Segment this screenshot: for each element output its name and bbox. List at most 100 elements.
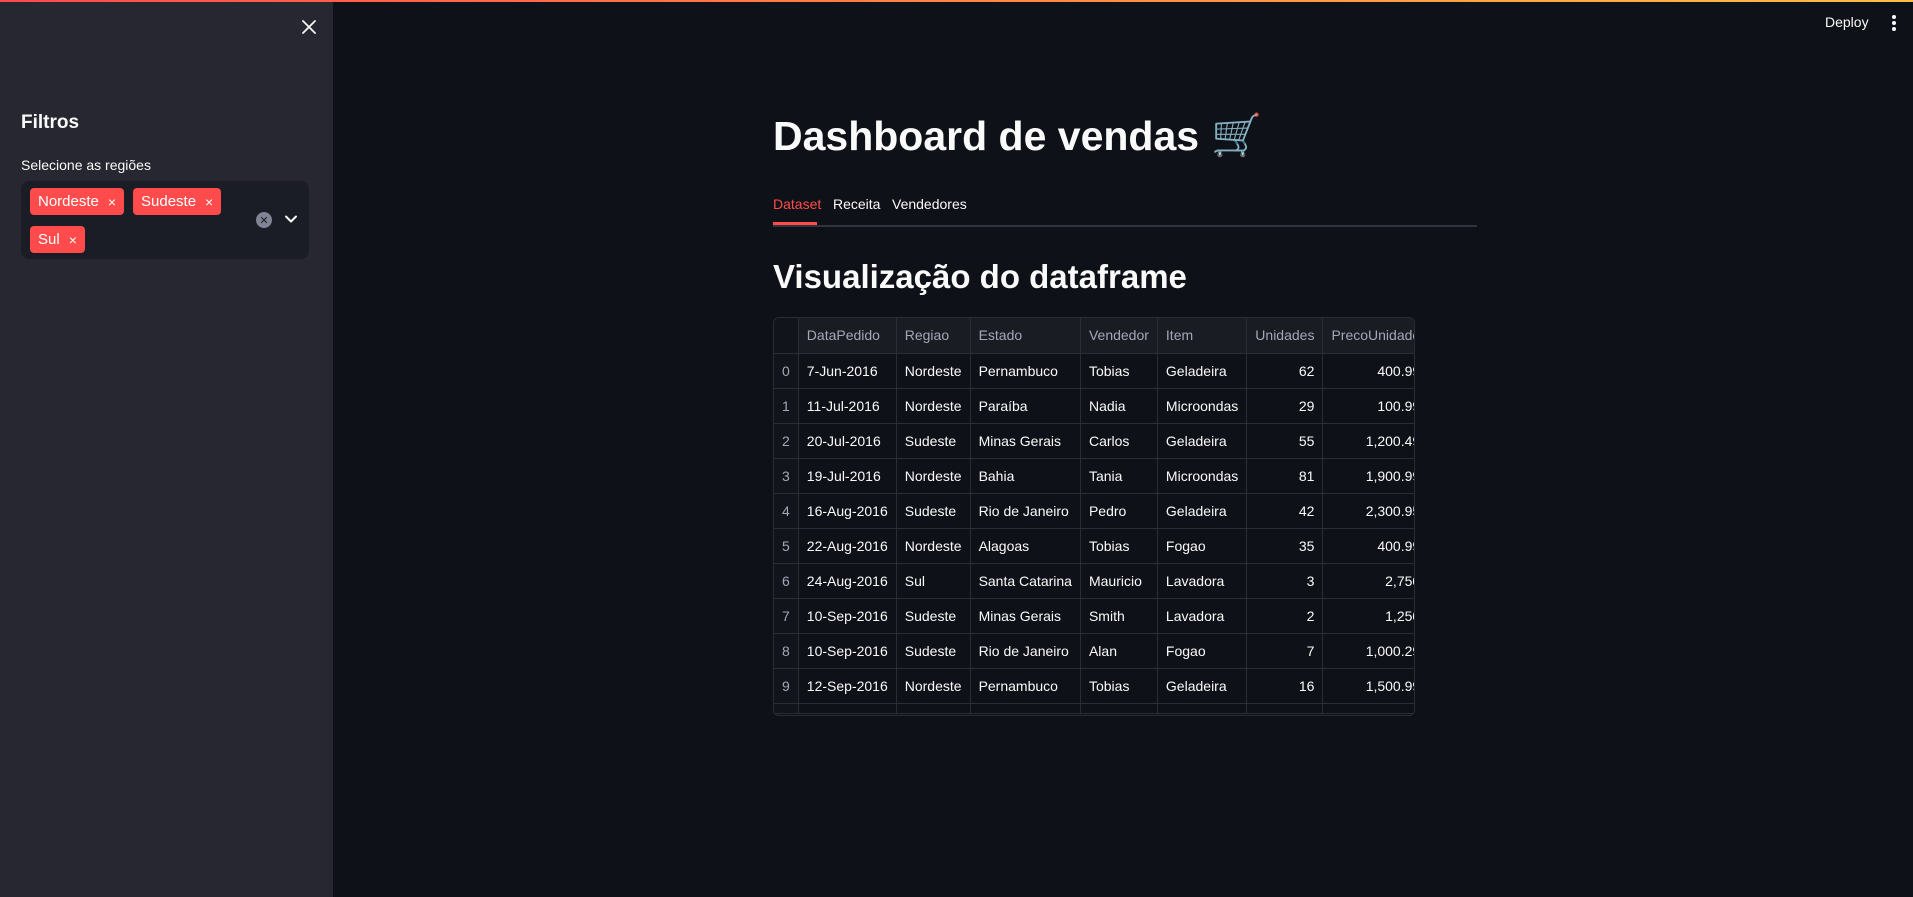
cell-datapedido[interactable]: 24-Aug-2016 bbox=[798, 563, 897, 599]
cell-unidades[interactable]: 62 bbox=[1246, 353, 1324, 389]
cell-vendedor[interactable]: Tobias bbox=[1080, 353, 1158, 389]
tab-receita[interactable]: Receita bbox=[833, 196, 880, 212]
cell-regiao[interactable]: Sudeste bbox=[896, 633, 971, 669]
cell-vendedor[interactable]: Alan bbox=[1080, 633, 1158, 669]
cell-datapedido[interactable]: 10-Sep-2016 bbox=[798, 598, 897, 634]
cell-regiao[interactable]: Nordeste bbox=[896, 458, 971, 494]
table-row[interactable]: 5 22-Aug-2016 Nordeste Alagoas Tobias Fogao 35… bbox=[774, 528, 1414, 564]
cell-item[interactable]: Geladeira bbox=[1157, 493, 1248, 529]
cell-estado[interactable]: Alagoas bbox=[970, 528, 1081, 564]
cell-estado[interactable]: Pernambuco bbox=[970, 353, 1081, 389]
cell-datapedido[interactable]: 20-Jul-2016 bbox=[798, 423, 897, 459]
chevron-down-icon[interactable] bbox=[281, 209, 301, 229]
cell-regiao[interactable]: Nordeste bbox=[896, 668, 971, 704]
cell-vendedor[interactable]: Nadia bbox=[1080, 388, 1158, 424]
cell-unidades[interactable]: 55 bbox=[1246, 423, 1324, 459]
dataframe-table[interactable]: DataPedido Regiao Estado Vendedor Item U… bbox=[773, 317, 1415, 716]
cell-regiao[interactable]: Nordeste bbox=[896, 353, 971, 389]
cell-item[interactable]: Fogao bbox=[1157, 633, 1248, 669]
cell-precounidade[interactable]: 2,300.95 bbox=[1322, 493, 1414, 529]
table-row[interactable]: 0 7-Jun-2016 Nordeste Pernambuco Tobias Gelad… bbox=[774, 353, 1414, 389]
cell-datapedido[interactable]: 11-Jul-2016 bbox=[798, 388, 897, 424]
column-header-estado[interactable]: Estado bbox=[970, 318, 1081, 354]
cell-index[interactable]: 0 bbox=[774, 353, 799, 389]
cell-index[interactable]: 7 bbox=[774, 598, 799, 634]
column-header-index[interactable] bbox=[774, 318, 799, 354]
cell-item[interactable]: Microondas bbox=[1157, 458, 1248, 494]
cell-precounidade[interactable]: 400.99 bbox=[1322, 528, 1414, 564]
cell-precounidade[interactable]: 1,250 bbox=[1322, 598, 1414, 634]
cell-item[interactable]: Fogao bbox=[1157, 528, 1248, 564]
cell-estado[interactable]: Pernambuco bbox=[970, 668, 1081, 704]
table-row[interactable]: 3 19-Jul-2016 Nordeste Bahia Tania Microondas… bbox=[774, 458, 1414, 494]
chip-remove-icon[interactable]: × bbox=[108, 195, 116, 209]
cell-precounidade[interactable]: 1,500.99 bbox=[1322, 668, 1414, 704]
main-menu-icon[interactable] bbox=[1887, 13, 1901, 33]
cell-regiao[interactable]: Sudeste bbox=[896, 598, 971, 634]
cell-unidades[interactable]: 42 bbox=[1246, 493, 1324, 529]
cell-regiao[interactable]: Nordeste bbox=[896, 388, 971, 424]
cell-precounidade[interactable]: 1,900.99 bbox=[1322, 458, 1414, 494]
cell-unidades[interactable]: 16 bbox=[1246, 668, 1324, 704]
region-multiselect[interactable]: Nordeste × Sudeste × Sul × ✕ bbox=[21, 181, 309, 259]
cell-unidades[interactable]: 81 bbox=[1246, 458, 1324, 494]
cell-item[interactable]: Geladeira bbox=[1157, 423, 1248, 459]
cell-index[interactable]: 5 bbox=[774, 528, 799, 564]
cell-precounidade[interactable]: 100.99 bbox=[1322, 388, 1414, 424]
cell-vendedor[interactable]: Smith bbox=[1080, 598, 1158, 634]
table-row[interactable]: 4 16-Aug-2016 Sudeste Rio de Janeiro Pedro Ge… bbox=[774, 493, 1414, 529]
cell-datapedido[interactable]: 19-Jul-2016 bbox=[798, 458, 897, 494]
cell-item[interactable]: Microondas bbox=[1157, 388, 1248, 424]
cell-regiao[interactable]: Sul bbox=[896, 563, 971, 599]
cell-datapedido[interactable]: 16-Aug-2016 bbox=[798, 493, 897, 529]
clear-all-icon[interactable]: ✕ bbox=[256, 212, 272, 228]
cell-datapedido[interactable]: 12-Sep-2016 bbox=[798, 668, 897, 704]
cell-regiao[interactable]: Nordeste bbox=[896, 528, 971, 564]
table-row[interactable]: 9 12-Sep-2016 Nordeste Pernambuco Tobias Gela… bbox=[774, 668, 1414, 704]
table-row[interactable]: 7 10-Sep-2016 Sudeste Minas Gerais Smith Lava… bbox=[774, 598, 1414, 634]
cell-vendedor[interactable]: Tobias bbox=[1080, 668, 1158, 704]
cell-vendedor[interactable]: Mauricio bbox=[1080, 563, 1158, 599]
table-row[interactable]: 8 10-Sep-2016 Sudeste Rio de Janeiro Alan Fog… bbox=[774, 633, 1414, 669]
cell-precounidade[interactable]: 2,750 bbox=[1322, 563, 1414, 599]
cell-estado[interactable]: Santa Catarina bbox=[970, 563, 1081, 599]
cell-precounidade[interactable]: 400.99 bbox=[1322, 353, 1414, 389]
cell-estado[interactable]: Minas Gerais bbox=[970, 423, 1081, 459]
close-sidebar-button[interactable] bbox=[296, 14, 322, 40]
cell-estado[interactable]: Paraíba bbox=[970, 388, 1081, 424]
cell-datapedido[interactable]: 22-Aug-2016 bbox=[798, 528, 897, 564]
table-row[interactable]: 2 20-Jul-2016 Sudeste Minas Gerais Carlos Gel… bbox=[774, 423, 1414, 459]
column-header-precounidade[interactable]: PrecoUnidade bbox=[1322, 318, 1414, 354]
cell-item[interactable]: Geladeira bbox=[1157, 668, 1248, 704]
table-row[interactable]: 1 11-Jul-2016 Nordeste Paraíba Nadia Microond… bbox=[774, 388, 1414, 424]
cell-estado[interactable]: Rio de Janeiro bbox=[970, 633, 1081, 669]
cell-item[interactable]: Geladeira bbox=[1157, 353, 1248, 389]
cell-datapedido[interactable]: 7-Jun-2016 bbox=[798, 353, 897, 389]
chip-remove-icon[interactable]: × bbox=[205, 195, 213, 209]
cell-item[interactable]: Lavadora bbox=[1157, 598, 1248, 634]
cell-index[interactable]: 2 bbox=[774, 423, 799, 459]
tab-vendedores[interactable]: Vendedores bbox=[892, 196, 967, 212]
cell-unidades[interactable]: 3 bbox=[1246, 563, 1324, 599]
cell-item[interactable]: Lavadora bbox=[1157, 563, 1248, 599]
cell-vendedor[interactable]: Tania bbox=[1080, 458, 1158, 494]
cell-vendedor[interactable]: Tobias bbox=[1080, 528, 1158, 564]
cell-index[interactable]: 6 bbox=[774, 563, 799, 599]
cell-estado[interactable]: Bahia bbox=[970, 458, 1081, 494]
column-header-unidades[interactable]: Unidades bbox=[1246, 318, 1324, 354]
cell-estado[interactable]: Rio de Janeiro bbox=[970, 493, 1081, 529]
column-header-item[interactable]: Item bbox=[1157, 318, 1248, 354]
cell-unidades[interactable]: 2 bbox=[1246, 598, 1324, 634]
table-row[interactable]: 6 24-Aug-2016 Sul Santa Catarina Mauricio Lav… bbox=[774, 563, 1414, 599]
column-header-vendedor[interactable]: Vendedor bbox=[1080, 318, 1158, 354]
deploy-button[interactable]: Deploy bbox=[1825, 14, 1869, 30]
cell-index[interactable]: 3 bbox=[774, 458, 799, 494]
chip-remove-icon[interactable]: × bbox=[69, 233, 77, 247]
cell-index[interactable]: 9 bbox=[774, 668, 799, 704]
cell-precounidade[interactable]: 1,200.49 bbox=[1322, 423, 1414, 459]
cell-regiao[interactable]: Sudeste bbox=[896, 423, 971, 459]
tab-dataset[interactable]: Dataset bbox=[773, 196, 821, 212]
cell-datapedido[interactable]: 10-Sep-2016 bbox=[798, 633, 897, 669]
cell-vendedor[interactable]: Pedro bbox=[1080, 493, 1158, 529]
cell-vendedor[interactable]: Carlos bbox=[1080, 423, 1158, 459]
